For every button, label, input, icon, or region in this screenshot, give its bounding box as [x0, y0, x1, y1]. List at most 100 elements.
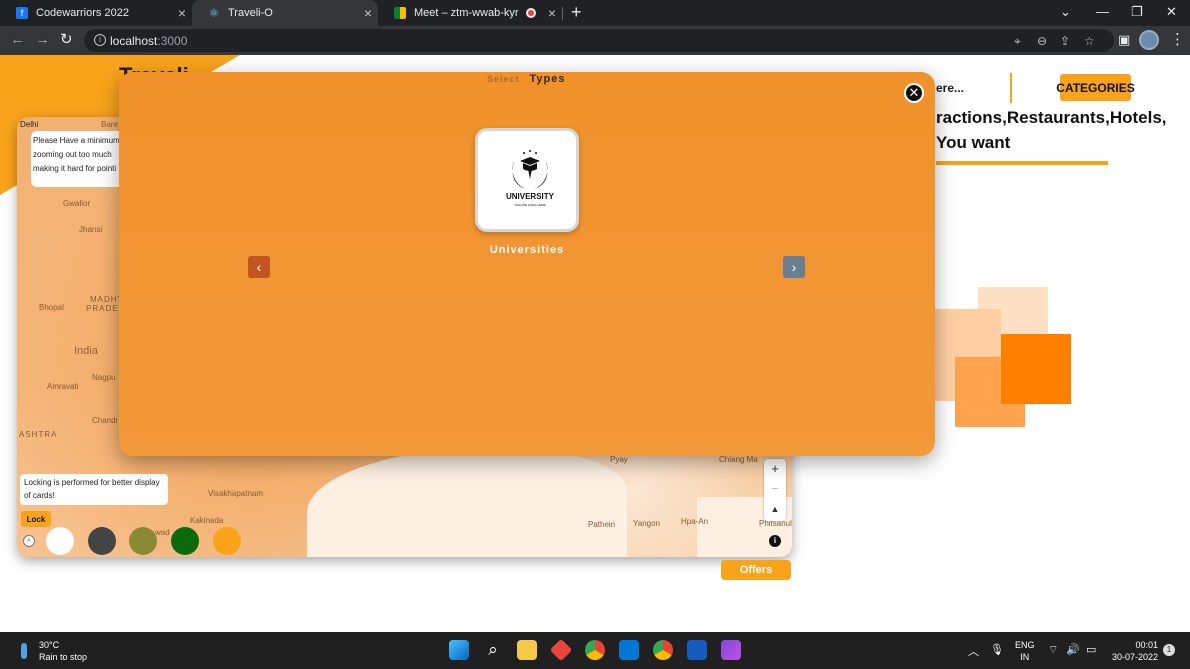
- lang-region: IN: [1020, 652, 1030, 662]
- tab-search-icon[interactable]: ⌄: [1060, 4, 1071, 20]
- weather-desc: Rain to stop: [39, 652, 88, 662]
- chrome-icon[interactable]: [585, 640, 605, 660]
- compass-button[interactable]: ▲: [764, 499, 786, 519]
- lock-button[interactable]: Lock: [21, 511, 51, 527]
- map-label-delhi: Delhi: [20, 120, 39, 129]
- tray-overflow-icon[interactable]: ︿: [968, 643, 979, 659]
- windows-taskbar: 30°C Rain to stop ⌕ ︿ 🎙 ENG IN ⌔ 🔊 ▭ 00:…: [0, 632, 1190, 669]
- clock-time: 00:01: [1135, 640, 1158, 650]
- tab-codewarriors[interactable]: f Codewarriors 2022 ×: [0, 0, 192, 26]
- notification-badge[interactable]: 1: [1163, 644, 1175, 656]
- svg-text:UNIVERSITY: UNIVERSITY: [506, 192, 555, 201]
- start-icon[interactable]: [449, 640, 469, 660]
- battery-icon[interactable]: ▭: [1086, 643, 1096, 656]
- lock-note-tooltip: Locking is performed for better display …: [20, 474, 168, 505]
- zoom-in-button[interactable]: +: [764, 459, 786, 479]
- weather-widget[interactable]: 30°C Rain to stop: [39, 639, 87, 663]
- map-label-visakhapatnam: Visakhapatnam: [208, 489, 263, 498]
- site-info-icon[interactable]: i: [94, 34, 106, 46]
- bookmark-star-icon[interactable]: ☆: [1084, 34, 1095, 48]
- svg-text:TAGLINE GOES HERE: TAGLINE GOES HERE: [514, 203, 545, 207]
- map-label-bareilly: Bare: [101, 120, 118, 129]
- map-label-nagpur: Nagpu: [92, 373, 116, 382]
- color-swatch-olive[interactable]: [129, 527, 157, 555]
- meet-favicon-icon: [394, 7, 406, 19]
- map-label-vijayawada: wad: [155, 528, 170, 537]
- university-logo-icon: UNIVERSITY TAGLINE GOES HERE: [506, 150, 555, 207]
- carousel-next-button[interactable]: ›: [783, 256, 805, 278]
- location-icon[interactable]: ⌖: [1014, 34, 1021, 49]
- map-label-chandrapur: Chandr: [92, 416, 119, 425]
- clock[interactable]: 00:01 30-07-2022: [1108, 639, 1158, 663]
- menu-icon[interactable]: ⋮: [1170, 32, 1185, 47]
- hero-headline: ractions,Restaurants,Hotels, You want: [936, 105, 1167, 155]
- categories-button[interactable]: CATEGORIES: [1056, 74, 1135, 101]
- clipchamp-icon[interactable]: [721, 640, 741, 660]
- chrome-profile-icon[interactable]: [653, 640, 673, 660]
- carousel-prev-button[interactable]: ‹: [248, 256, 270, 278]
- color-swatch-dark-gray[interactable]: [88, 527, 116, 555]
- lang-code: ENG: [1015, 640, 1035, 650]
- new-tab-icon[interactable]: +: [571, 3, 582, 21]
- modal-title-prefix: Select: [487, 74, 520, 84]
- search-icon[interactable]: ⌕: [483, 640, 503, 660]
- decor-square: [1001, 334, 1071, 404]
- map-label-hpaan: Hpa-An: [681, 517, 709, 526]
- tab-traveli-o[interactable]: ⚛ Traveli-O ×: [192, 0, 378, 26]
- tab-meet[interactable]: Meet – ztm-wwab-kyr ×: [378, 0, 562, 26]
- browser-tab-bar: f Codewarriors 2022 × ⚛ Traveli-O × Meet…: [0, 0, 1190, 26]
- map-zoom-control: + − ▲: [764, 459, 786, 521]
- codewarriors-favicon-icon: f: [16, 7, 28, 19]
- microphone-icon[interactable]: 🎙: [990, 643, 1004, 656]
- type-card-universities[interactable]: UNIVERSITY TAGLINE GOES HERE: [475, 128, 579, 232]
- minimize-icon[interactable]: —: [1096, 4, 1109, 19]
- color-swatch-green[interactable]: [171, 527, 199, 555]
- color-swatch-orange[interactable]: [213, 527, 241, 555]
- close-window-icon[interactable]: ✕: [1166, 4, 1177, 20]
- map-label-chiangmai: Chiang Ma: [719, 455, 758, 464]
- weather-icon: [21, 643, 27, 659]
- close-tab-icon[interactable]: ×: [548, 6, 556, 20]
- map-label-bhopal: Bhopal: [39, 303, 64, 312]
- offers-button[interactable]: Offers: [721, 560, 791, 580]
- zoom-out-button[interactable]: −: [764, 479, 786, 499]
- color-swatch-white[interactable]: [46, 527, 74, 555]
- close-modal-icon[interactable]: ✕: [904, 83, 924, 103]
- close-tab-icon[interactable]: ×: [364, 6, 372, 20]
- weather-temp: 30°C: [39, 640, 60, 650]
- file-explorer-icon[interactable]: [517, 640, 537, 660]
- recording-indicator-icon: [526, 8, 536, 18]
- vscode-icon[interactable]: [619, 640, 639, 660]
- map-search-icon[interactable]: ⌕: [23, 535, 35, 547]
- map-label-india: India: [74, 345, 98, 357]
- forward-icon[interactable]: →: [35, 32, 50, 47]
- map-label-kakinada: Kakinada: [190, 516, 224, 525]
- headline-line-2: You want: [936, 133, 1011, 152]
- word-icon[interactable]: [687, 640, 707, 660]
- restore-icon[interactable]: ❐: [1131, 4, 1143, 20]
- modal-title: Select Types: [487, 73, 566, 85]
- close-tab-icon[interactable]: ×: [178, 6, 186, 20]
- map-label-pyay: Pyay: [610, 455, 628, 464]
- wifi-icon[interactable]: ⌔: [1048, 643, 1058, 657]
- volume-icon[interactable]: 🔊: [1066, 643, 1080, 656]
- tab-separator: [562, 7, 563, 20]
- map-info-icon[interactable]: i: [769, 535, 781, 547]
- profile-avatar[interactable]: [1139, 30, 1159, 50]
- map-label-gwalior: Gwalior: [63, 199, 91, 208]
- zoom-icon[interactable]: ⊖: [1037, 34, 1047, 48]
- back-icon[interactable]: ←: [10, 32, 25, 47]
- map-label-amravati: Amravati: [47, 382, 79, 391]
- select-types-modal: Select Types ✕ UNIVERSITY TAGLINE GOES HE…: [119, 72, 935, 456]
- share-icon[interactable]: ⇪: [1060, 34, 1070, 48]
- language-indicator[interactable]: ENG IN: [1015, 639, 1035, 663]
- search-input[interactable]: ere...: [936, 81, 964, 95]
- address-bar[interactable]: i localhost:3000 ⌖ ⊖ ⇪ ☆: [84, 29, 1114, 52]
- side-panel-icon[interactable]: ▣: [1118, 32, 1130, 47]
- map-label-jhansi: Jhansi: [79, 225, 103, 234]
- reload-icon[interactable]: ↻: [60, 32, 73, 47]
- modal-title-main: Types: [529, 73, 566, 85]
- git-app-icon[interactable]: [549, 638, 573, 662]
- headline-underline: [936, 161, 1108, 165]
- headline-line-1: ractions,Restaurants,Hotels,: [936, 108, 1167, 127]
